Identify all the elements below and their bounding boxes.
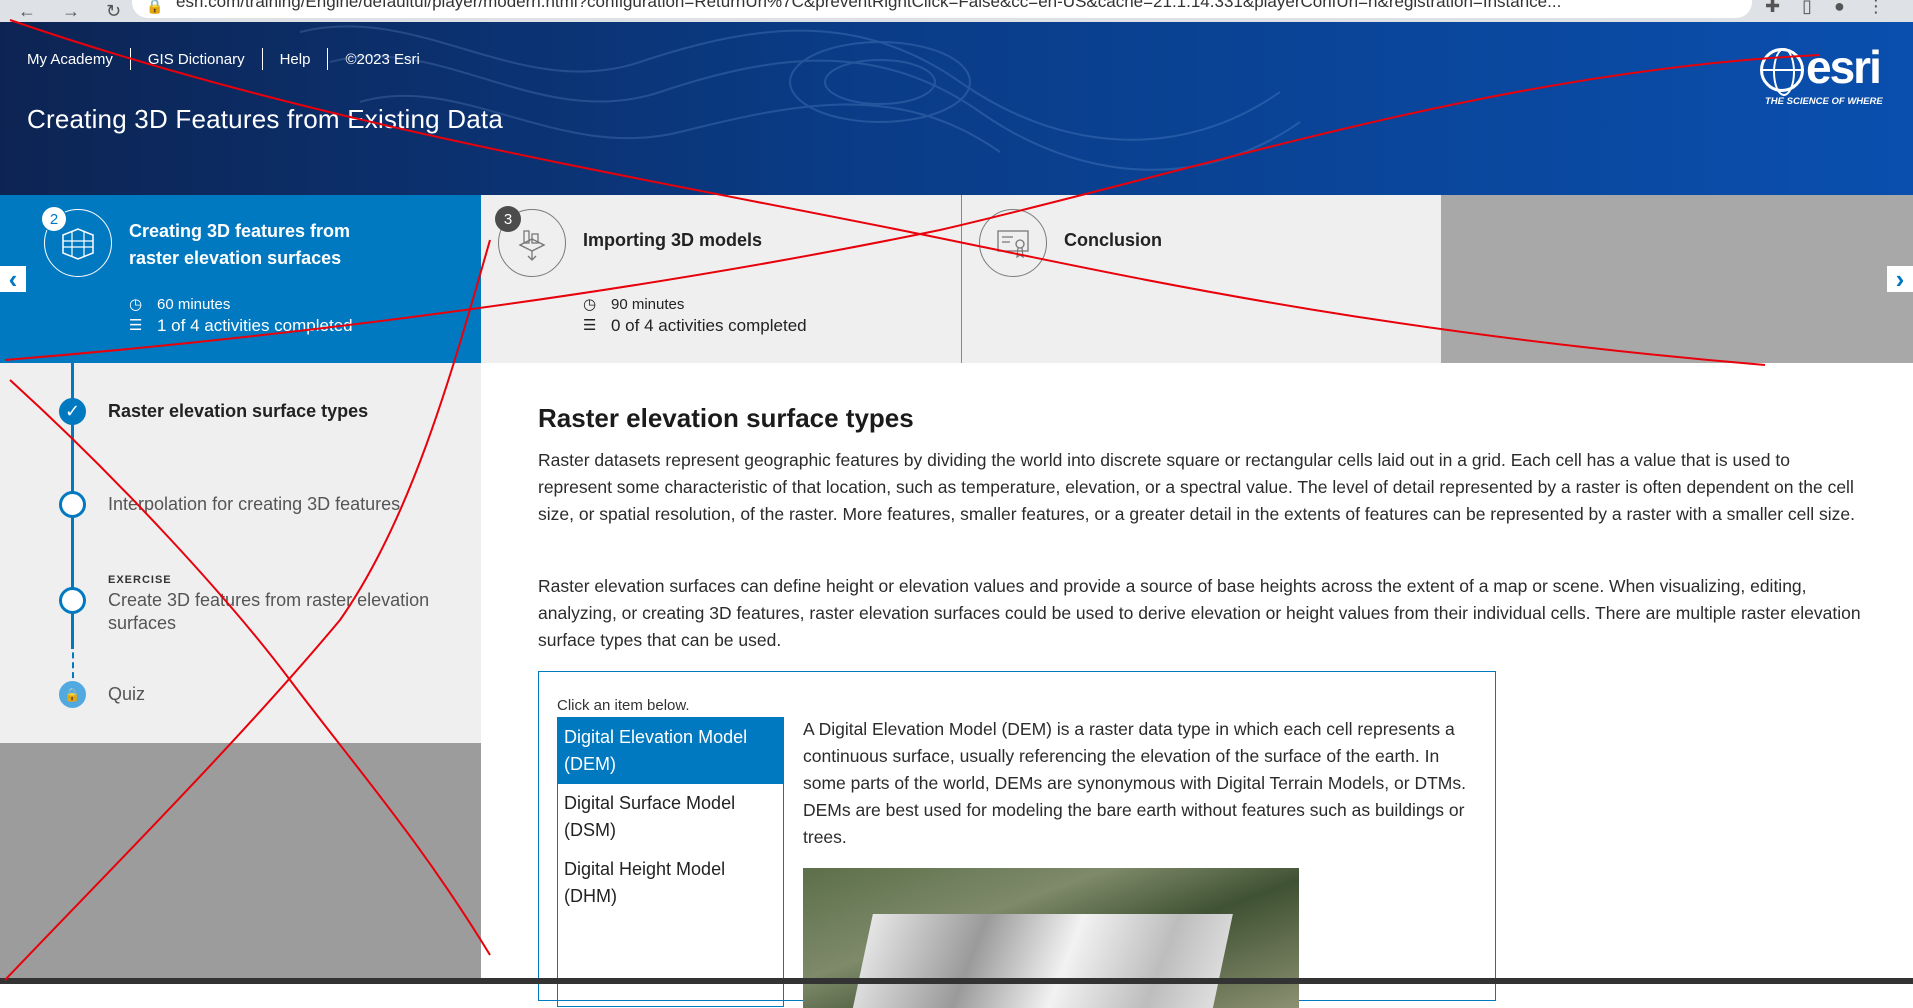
- address-bar-icons: ⌕ ⇪ ☆: [1639, 0, 1736, 3]
- activity-kicker: EXERCISE: [108, 574, 172, 586]
- course-banner: My Academy GIS Dictionary Help ©2023 Esr…: [0, 22, 1913, 195]
- list-item-dhm[interactable]: Digital Height Model (DHM): [558, 850, 783, 916]
- lock-icon: 🔒: [59, 681, 86, 708]
- divider: [327, 48, 329, 70]
- interactive-tabs-widget: Click an item below. Digital Elevation M…: [538, 671, 1496, 1008]
- lesson-progress: 1 of 4 activities completed: [157, 316, 353, 335]
- divider: [129, 48, 131, 70]
- divider: [261, 48, 263, 70]
- help-link[interactable]: Help: [280, 51, 311, 68]
- lesson-content: Raster elevation surface types Raster da…: [481, 363, 1913, 1008]
- dem-illustration-image: [803, 868, 1299, 1008]
- list-icon: ☰: [583, 317, 597, 334]
- gis-dictionary-link[interactable]: GIS Dictionary: [148, 51, 245, 68]
- header-links: My Academy GIS Dictionary Help ©2023 Esr…: [27, 48, 420, 70]
- activity-item-exercise[interactable]: Create 3D features from raster elevation…: [108, 589, 448, 635]
- carousel-prev-button[interactable]: ‹: [0, 264, 26, 294]
- check-icon: ✓: [59, 398, 86, 425]
- extension-icons: ✚ ▯ ● ⋮: [1765, 0, 1885, 17]
- incomplete-circle-icon: [59, 587, 86, 614]
- lesson-title: Conclusion: [1064, 230, 1162, 250]
- lesson-title: Importing 3D models: [583, 230, 763, 250]
- list-item-dsm[interactable]: Digital Surface Model (DSM): [558, 784, 783, 850]
- lesson-progress: 0 of 4 activities completed: [611, 316, 807, 335]
- clock-icon: ◷: [129, 296, 143, 313]
- surface-type-list: Digital Elevation Model (DEM) Digital Su…: [557, 717, 784, 1007]
- globe-icon: [1760, 48, 1804, 96]
- progress-track-locked: [72, 613, 74, 688]
- list-icon: ☰: [129, 317, 143, 334]
- activity-item-quiz[interactable]: Quiz: [108, 683, 145, 706]
- logo-word: esri: [1806, 41, 1882, 93]
- star-icon[interactable]: ☆: [1720, 0, 1736, 3]
- address-bar[interactable]: 🔒 esri.com/training/Engine/defaultui/pla…: [132, 0, 1752, 18]
- lesson-title: Creating 3D features from raster elevati…: [129, 221, 351, 268]
- lock-icon[interactable]: 🔒: [146, 0, 163, 15]
- bottom-bar: [0, 978, 1913, 984]
- sidebar-icon[interactable]: ▯: [1802, 0, 1812, 17]
- lesson-meta: ◷ 90 minutes ☰ 0 of 4 activities completed: [583, 294, 807, 336]
- activity-sidebar: ✓ Raster elevation surface types Interpo…: [0, 363, 481, 984]
- share-icon[interactable]: ⇪: [1677, 0, 1692, 3]
- activity-list: ✓ Raster elevation surface types Interpo…: [0, 363, 481, 743]
- lesson-card-conclusion[interactable]: Conclusion: [961, 195, 1441, 363]
- lesson-duration: 90 minutes: [611, 296, 685, 313]
- certificate-icon: [979, 209, 1047, 277]
- incomplete-circle-icon: [59, 491, 86, 518]
- back-icon[interactable]: ←: [18, 1, 36, 22]
- carousel-next-button[interactable]: ›: [1887, 264, 1913, 294]
- lesson-number-badge: 2: [41, 206, 67, 232]
- copyright-text: ©2023 Esri: [345, 50, 420, 68]
- activity-title: Raster elevation surface types: [538, 403, 914, 433]
- esri-logo[interactable]: esri THE SCIENCE OF WHERE: [1760, 41, 1895, 112]
- lesson-meta: ◷ 60 minutes ☰ 1 of 4 activities completed: [129, 294, 353, 336]
- activity-item-raster-types[interactable]: Raster elevation surface types: [108, 400, 368, 423]
- raster-grid-icon-shape: [62, 228, 94, 260]
- body-paragraph: Raster elevation surfaces can define hei…: [538, 576, 1861, 650]
- lesson-carousel: 2 Creating 3D features from raster eleva…: [0, 195, 1913, 363]
- lesson-card-3[interactable]: 3 Importing 3D models ◷ 90 minutes ☰ 0 of …: [481, 195, 961, 363]
- lesson-duration: 60 minutes: [157, 296, 231, 313]
- activity-item-interpolation[interactable]: Interpolation for creating 3D features: [108, 493, 400, 516]
- logo-tagline: THE SCIENCE OF WHERE: [1765, 96, 1883, 107]
- list-item-dem[interactable]: Digital Elevation Model (DEM): [558, 718, 783, 784]
- lesson-number-badge: 3: [495, 206, 521, 232]
- item-description: A Digital Elevation Model (DEM) is a ras…: [803, 719, 1466, 847]
- extensions-icon[interactable]: ✚: [1765, 0, 1780, 17]
- search-icon[interactable]: ⌕: [1639, 0, 1649, 3]
- certificate-icon-shape: [997, 230, 1029, 259]
- lesson-card-2[interactable]: 2 Creating 3D features from raster eleva…: [0, 195, 481, 363]
- clock-icon: ◷: [583, 296, 597, 313]
- dem-surface: [843, 914, 1233, 1008]
- my-academy-link[interactable]: My Academy: [27, 51, 113, 68]
- profile-icon[interactable]: ●: [1834, 0, 1845, 17]
- reload-icon[interactable]: ↻: [106, 1, 121, 22]
- intro-paragraph: Raster datasets represent geographic fea…: [538, 450, 1856, 524]
- forward-icon[interactable]: →: [62, 1, 80, 22]
- menu-icon[interactable]: ⋮: [1867, 0, 1885, 17]
- widget-hint: Click an item below.: [557, 697, 690, 714]
- browser-nav: ← → ↻: [0, 1, 130, 22]
- course-title: Creating 3D Features from Existing Data: [27, 104, 503, 134]
- browser-toolbar: ← → ↻ 🔒 esri.com/training/Engine/default…: [0, 0, 1913, 22]
- address-text[interactable]: esri.com/training/Engine/defaultui/playe…: [176, 0, 1561, 12]
- 3d-models-icon-shape: [518, 230, 546, 261]
